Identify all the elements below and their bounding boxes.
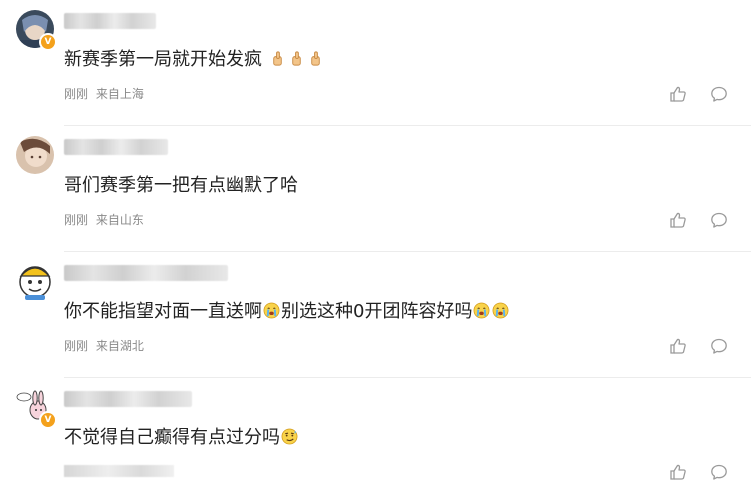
avatar-image bbox=[16, 136, 54, 174]
comment-text-body: 哥们赛季第一把有点幽默了哈 bbox=[64, 175, 298, 196]
verified-badge: V bbox=[39, 33, 57, 51]
speech-bubble-icon[interactable] bbox=[710, 211, 728, 229]
comment-text-body-2: 别选这种0开团阵容好吗 bbox=[281, 301, 473, 322]
thumb-emoji bbox=[272, 51, 282, 66]
smirk-emoji bbox=[281, 428, 298, 445]
avatar-image bbox=[19, 266, 51, 300]
crying-emoji bbox=[474, 302, 490, 319]
comment-location: 来自山东 bbox=[95, 213, 144, 227]
comment-meta: 刚刚 来自湖北 bbox=[64, 338, 144, 354]
speech-bubble-icon[interactable] bbox=[710, 337, 728, 355]
avatar[interactable]: V bbox=[16, 10, 57, 51]
comment-item: 哥们赛季第一把有点幽默了哈 刚刚 来自山东 bbox=[0, 126, 751, 252]
comment-time: 刚刚 bbox=[64, 87, 89, 101]
comment-location: 来自湖北 bbox=[95, 339, 144, 353]
verified-badge: V bbox=[39, 411, 57, 429]
comment-text: 不觉得自己癫得有点过分吗 bbox=[64, 426, 299, 450]
comment-actions bbox=[669, 211, 731, 229]
thumbs-up-icon[interactable] bbox=[669, 85, 687, 103]
crying-emoji bbox=[493, 302, 509, 319]
thumb-emoji bbox=[291, 51, 301, 66]
speech-bubble-icon[interactable] bbox=[710, 85, 728, 103]
comment-item: 你不能指望对面一直送啊 别选这种0开团阵容好吗 刚刚 来自湖北 bbox=[0, 252, 751, 378]
comment-actions bbox=[669, 337, 731, 355]
comment-time: 刚刚 bbox=[64, 339, 89, 353]
comment-text-body: 新赛季第一局就开始发疯 bbox=[64, 49, 262, 70]
comment-text-body: 不觉得自己癫得有点过分吗 bbox=[64, 427, 280, 448]
thumbs-up-icon[interactable] bbox=[669, 211, 687, 229]
comment-text: 你不能指望对面一直送啊 别选这种0开团阵容好吗 bbox=[64, 300, 510, 324]
comment-actions bbox=[669, 463, 731, 481]
thumbs-up-icon[interactable] bbox=[669, 463, 687, 481]
comment-text-body: 你不能指望对面一直送啊 bbox=[64, 301, 262, 322]
avatar[interactable] bbox=[16, 262, 54, 300]
meta-blurred bbox=[64, 465, 174, 477]
thumbs-up-icon[interactable] bbox=[669, 337, 687, 355]
comment-list: V 新赛季第一局就开始发疯 刚刚 来自上海 哥们赛季第一把有点幽默了哈 刚刚 来… bbox=[0, 0, 751, 496]
comment-location: 来自上海 bbox=[95, 87, 144, 101]
username-blurred[interactable] bbox=[64, 13, 156, 29]
comment-actions bbox=[669, 85, 731, 103]
comment-meta: 刚刚 来自山东 bbox=[64, 212, 144, 228]
thumb-emoji bbox=[310, 51, 320, 66]
username-blurred[interactable] bbox=[64, 265, 228, 281]
comment-item: V 新赛季第一局就开始发疯 刚刚 来自上海 bbox=[0, 0, 751, 126]
comment-item: V 不觉得自己癫得有点过分吗 bbox=[0, 378, 751, 496]
avatar[interactable]: V bbox=[16, 388, 57, 429]
username-blurred[interactable] bbox=[64, 391, 192, 407]
comment-meta: 刚刚 来自上海 bbox=[64, 86, 144, 102]
speech-bubble-icon[interactable] bbox=[710, 463, 728, 481]
comment-text: 哥们赛季第一把有点幽默了哈 bbox=[64, 174, 298, 198]
username-blurred[interactable] bbox=[64, 139, 168, 155]
comment-time: 刚刚 bbox=[64, 213, 89, 227]
comment-meta bbox=[64, 464, 174, 480]
crying-emoji bbox=[263, 302, 280, 319]
comment-text: 新赛季第一局就开始发疯 bbox=[64, 48, 325, 72]
avatar[interactable] bbox=[16, 136, 54, 174]
